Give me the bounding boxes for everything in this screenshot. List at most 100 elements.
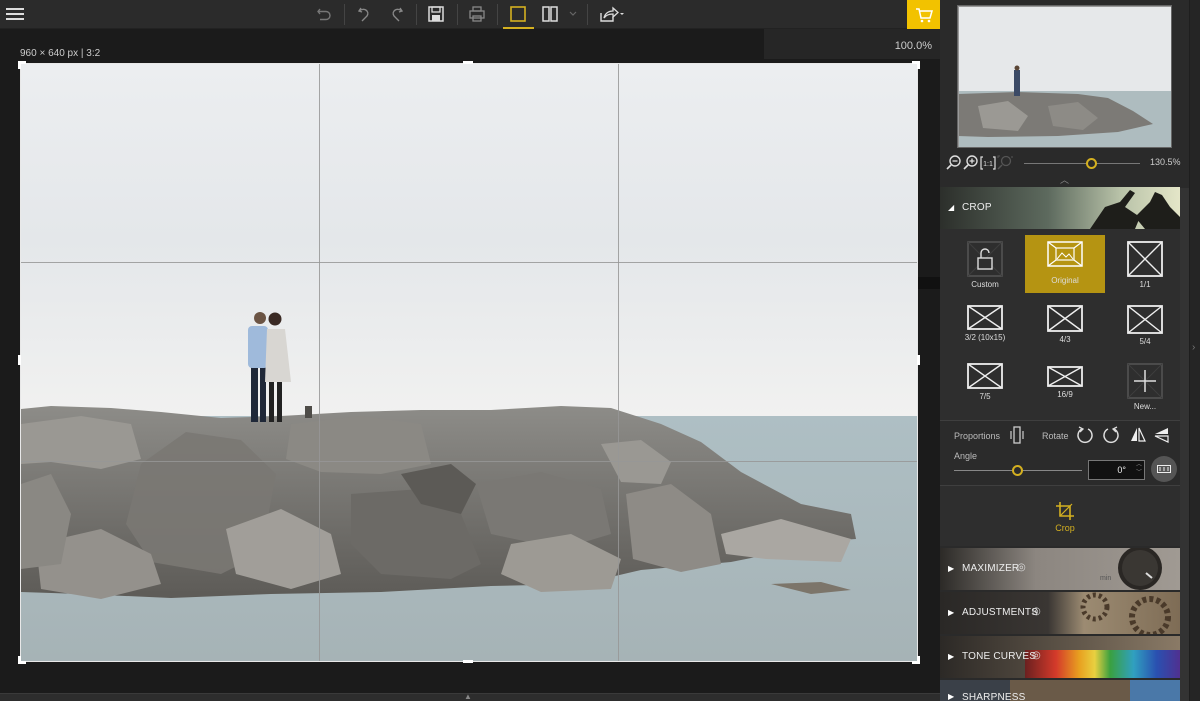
svg-text:1:1: 1:1 bbox=[983, 161, 993, 168]
photo bbox=[21, 64, 917, 661]
right-panel: 1:1 130.5% ︿ bbox=[940, 0, 1200, 701]
crop-icon bbox=[1055, 501, 1075, 521]
ratio-icon bbox=[1127, 241, 1163, 277]
preset-1-1[interactable]: 1/1 bbox=[1105, 235, 1185, 293]
preset-5-4[interactable]: 5/4 bbox=[1105, 299, 1185, 357]
navigator-preview[interactable] bbox=[957, 5, 1172, 148]
ratio-icon bbox=[1127, 305, 1163, 334]
ratio-icon bbox=[1047, 366, 1083, 387]
navigator-zoom-slider[interactable] bbox=[1024, 163, 1140, 164]
section-header-sharpness[interactable]: ▶ SHARPNESS bbox=[940, 680, 1180, 701]
save-icon[interactable] bbox=[425, 4, 447, 24]
expanded-triangle-icon: ◢ bbox=[948, 203, 954, 212]
undo-all-icon[interactable] bbox=[313, 4, 335, 24]
collapsed-triangle-icon: ▶ bbox=[948, 608, 954, 617]
section-title: ADJUSTMENTS bbox=[962, 607, 1038, 618]
apply-crop-button[interactable]: Crop bbox=[1040, 501, 1090, 533]
plus-icon bbox=[1127, 363, 1163, 399]
eye-icon[interactable]: ◎ bbox=[1032, 606, 1041, 617]
share-icon[interactable] bbox=[596, 4, 626, 24]
actual-size-icon[interactable]: 1:1 bbox=[980, 155, 996, 171]
swap-proportions-icon[interactable] bbox=[1009, 426, 1025, 449]
preset-3-2[interactable]: 3/2 (10x15) bbox=[945, 299, 1025, 357]
ratio-icon bbox=[967, 305, 1003, 330]
rotate-label: Rotate bbox=[1042, 431, 1069, 441]
flip-vertical-icon[interactable] bbox=[1153, 426, 1171, 449]
preset-7-5[interactable]: 7/5 bbox=[945, 357, 1025, 415]
photo-editor-app: 100.0% 960 × 640 px | 3:2 bbox=[0, 0, 1200, 701]
proportions-label: Proportions bbox=[954, 431, 1000, 441]
section-header-adjustments[interactable]: ▶ ADJUSTMENTS ◎ bbox=[940, 592, 1180, 634]
grid-line bbox=[618, 64, 619, 661]
image-dimensions-label: 960 × 640 px | 3:2 bbox=[20, 48, 100, 59]
navigator-zoom-level: 130.5% bbox=[1150, 157, 1181, 167]
crop-handle-top[interactable] bbox=[463, 61, 473, 64]
section-title: SHARPNESS bbox=[962, 692, 1026, 701]
rotate-left-icon[interactable] bbox=[1076, 426, 1094, 449]
grid-line bbox=[319, 64, 320, 661]
zoom-in-icon[interactable] bbox=[963, 155, 979, 171]
shopping-cart-icon[interactable] bbox=[907, 0, 940, 29]
crop-handle-bottom[interactable] bbox=[463, 660, 473, 663]
crop-panel: Custom Original 1/1 3/2 (10x15) 4/3 5/4 bbox=[940, 229, 1180, 546]
angle-spinner[interactable]: ︿﹀ bbox=[1136, 461, 1142, 477]
crop-handle-top-left[interactable] bbox=[18, 61, 26, 69]
filmstrip-toggle-bar[interactable]: ▲ bbox=[0, 693, 940, 701]
section-header-crop[interactable]: ◢ CROP bbox=[940, 187, 1180, 229]
level-icon bbox=[1157, 465, 1171, 473]
preset-4-3[interactable]: 4/3 bbox=[1025, 299, 1105, 357]
crop-handle-top-right[interactable] bbox=[912, 61, 920, 69]
split-view-icon[interactable] bbox=[539, 4, 561, 24]
image-canvas[interactable]: 100.0% 960 × 640 px | 3:2 bbox=[0, 29, 940, 693]
angle-slider-knob[interactable] bbox=[1012, 465, 1023, 476]
crop-handle-bottom-right[interactable] bbox=[912, 656, 920, 664]
single-view-icon[interactable] bbox=[507, 4, 529, 24]
ratio-icon bbox=[1047, 305, 1083, 332]
flip-horizontal-icon[interactable] bbox=[1129, 426, 1147, 449]
angle-slider[interactable] bbox=[954, 470, 1082, 471]
panel-scrollbar[interactable] bbox=[1180, 188, 1189, 701]
collapsed-triangle-icon: ▶ bbox=[948, 564, 954, 573]
chevron-up-icon[interactable]: ▲ bbox=[464, 692, 472, 701]
panel-edge: › bbox=[1189, 0, 1200, 701]
section-title: TONE CURVES bbox=[962, 651, 1036, 662]
section-header-maximizer[interactable]: min ▶ MAXIMIZER ◎ bbox=[940, 548, 1180, 590]
print-icon[interactable] bbox=[466, 4, 488, 24]
preset-16-9[interactable]: 16/9 bbox=[1025, 357, 1105, 415]
undo-icon[interactable] bbox=[353, 4, 375, 24]
expand-panel-icon[interactable]: › bbox=[1192, 342, 1195, 353]
unlock-icon bbox=[967, 241, 1003, 277]
eye-icon[interactable]: ◎ bbox=[1032, 650, 1041, 661]
angle-label: Angle bbox=[954, 451, 977, 461]
preset-custom[interactable]: Custom bbox=[945, 235, 1025, 293]
hamburger-icon[interactable] bbox=[6, 6, 24, 22]
section-title: CROP bbox=[962, 202, 992, 213]
rotate-right-icon[interactable] bbox=[1102, 426, 1120, 449]
section-header-tone-curves[interactable]: ▶ TONE CURVES ◎ bbox=[940, 636, 1180, 678]
collapsed-triangle-icon: ▶ bbox=[948, 652, 954, 661]
crop-handle-bottom-left[interactable] bbox=[18, 656, 26, 664]
navigator-zoom-knob[interactable] bbox=[1086, 158, 1097, 169]
preset-original[interactable]: Original bbox=[1025, 235, 1105, 293]
chevron-down-icon[interactable] bbox=[565, 4, 581, 24]
crop-handle-right[interactable] bbox=[917, 355, 920, 365]
ratio-icon bbox=[967, 363, 1003, 389]
redo-icon[interactable] bbox=[386, 4, 408, 24]
top-toolbar bbox=[0, 0, 940, 29]
canvas-scrollbar-thumb[interactable] bbox=[918, 277, 940, 289]
canvas-zoom-level: 100.0% bbox=[895, 40, 932, 52]
crop-handle-left[interactable] bbox=[18, 355, 21, 365]
grid-line bbox=[21, 262, 917, 263]
image-icon bbox=[1047, 241, 1083, 267]
zoom-out-icon[interactable] bbox=[946, 155, 962, 171]
eye-icon[interactable]: ◎ bbox=[1017, 562, 1026, 573]
svg-text:min: min bbox=[1100, 575, 1111, 582]
section-title: MAXIMIZER bbox=[962, 563, 1019, 574]
navigator-zoom-bar: 1:1 130.5% bbox=[946, 155, 1186, 173]
collapse-navigator-icon[interactable]: ︿ bbox=[1060, 173, 1069, 186]
straighten-tool-button[interactable] bbox=[1151, 456, 1177, 482]
crop-controls: Proportions Rotate Angle bbox=[940, 420, 1180, 486]
fit-icon[interactable] bbox=[997, 155, 1013, 171]
collapsed-triangle-icon: ▶ bbox=[948, 692, 954, 701]
preset-new[interactable]: New... bbox=[1105, 357, 1185, 415]
